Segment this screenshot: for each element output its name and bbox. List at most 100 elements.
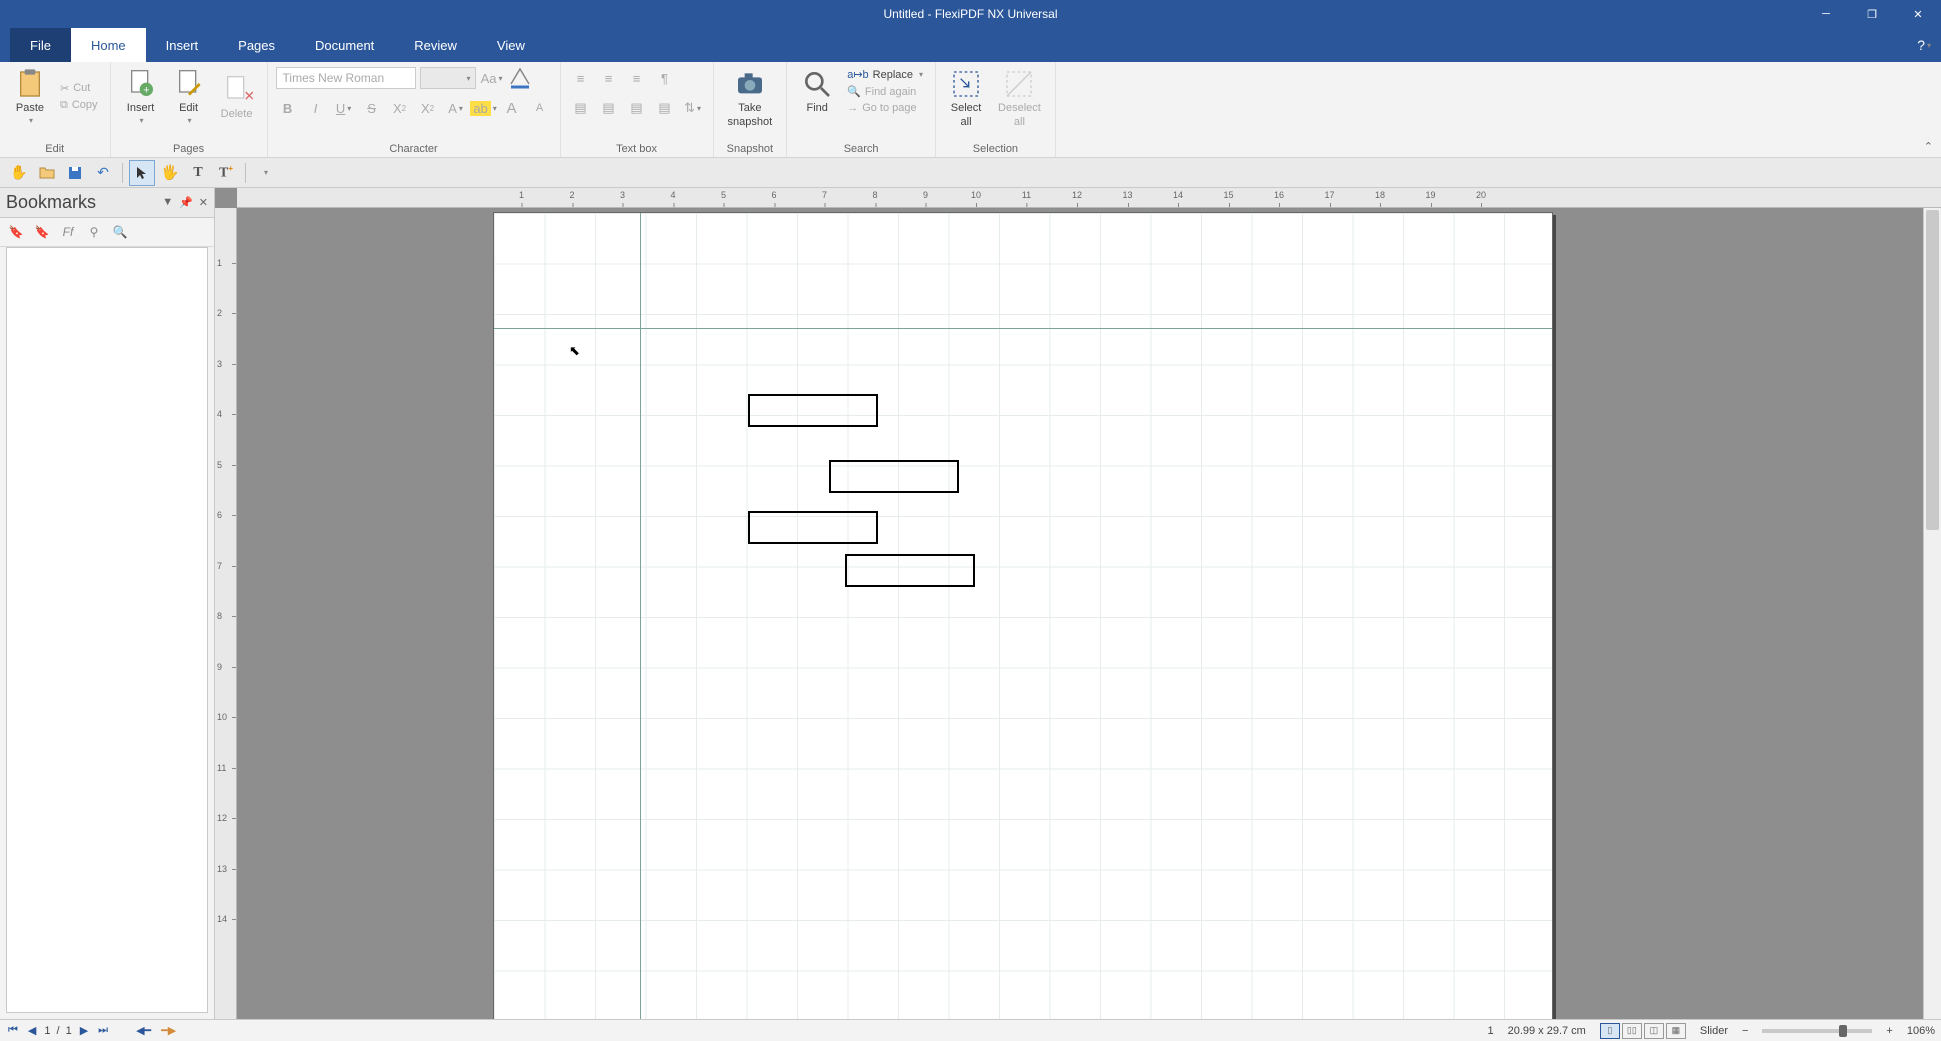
panel-close-button[interactable]: ✕	[199, 196, 208, 209]
window-minimize-button[interactable]: ─	[1803, 0, 1849, 28]
bookmark-font-button[interactable]: Ff	[58, 222, 78, 242]
align-right-button[interactable]: ≡	[625, 66, 649, 90]
tab-view[interactable]: View	[477, 28, 545, 62]
pan-tool-button[interactable]: 🖐	[157, 160, 183, 186]
deselect-all-button[interactable]: Deselectall	[992, 66, 1047, 130]
bold-button[interactable]: B	[276, 96, 300, 120]
customize-quickbar-button[interactable]: ▾	[252, 160, 278, 186]
menu-bar: File Home Insert Pages Document Review V…	[0, 28, 1941, 62]
window-close-button[interactable]: ✕	[1895, 0, 1941, 28]
add-bookmark-button[interactable]: 🔖	[6, 222, 26, 242]
superscript-button[interactable]: X2	[416, 96, 440, 120]
forward-button[interactable]: ━▶	[159, 1024, 178, 1037]
zoom-slider-knob[interactable]	[1839, 1025, 1847, 1037]
scrollbar-thumb[interactable]	[1926, 210, 1939, 530]
view-continuous-button[interactable]: ▯▯	[1622, 1023, 1642, 1039]
tab-review[interactable]: Review	[394, 28, 477, 62]
align-top-button[interactable]: ▤	[569, 96, 593, 120]
window-restore-button[interactable]: ❐	[1849, 0, 1895, 28]
insert-page-button[interactable]: +Insert▾	[119, 66, 163, 127]
zoom-slider[interactable]	[1762, 1029, 1872, 1033]
tab-document[interactable]: Document	[295, 28, 394, 62]
align-left-button[interactable]: ≡	[569, 66, 593, 90]
tab-home[interactable]: Home	[71, 28, 146, 62]
drawn-rectangle[interactable]	[829, 460, 959, 493]
undo-button[interactable]: ↶	[90, 160, 116, 186]
subscript-button[interactable]: X2	[388, 96, 412, 120]
shrink-font-button[interactable]: A	[528, 96, 552, 120]
camera-icon	[734, 68, 766, 100]
view-multi-button[interactable]: ▦	[1666, 1023, 1686, 1039]
view-single-button[interactable]: ▯	[1600, 1023, 1620, 1039]
italic-button[interactable]: I	[304, 96, 328, 120]
goto-page-button[interactable]: →Go to page	[843, 101, 927, 115]
ruler-vertical[interactable]: 1234567891011121314	[215, 208, 237, 1019]
drawn-rectangle[interactable]	[748, 394, 878, 427]
svg-text:✕: ✕	[243, 88, 252, 103]
ribbon-group-selection: Selectall Deselectall Selection	[936, 62, 1056, 157]
tab-file[interactable]: File	[10, 28, 71, 62]
align-bottom-button[interactable]: ▤	[625, 96, 649, 120]
guide-horizontal[interactable]	[494, 328, 1552, 329]
line-spacing-button[interactable]: ⇅▾	[681, 96, 705, 120]
grow-font-button[interactable]: A	[500, 96, 524, 120]
text-highlight-button[interactable]	[508, 66, 532, 90]
highlight-color-button[interactable]: ab▾	[472, 96, 496, 120]
next-page-button[interactable]: ▶	[78, 1024, 90, 1037]
title-bar: Untitled - FlexiPDF NX Universal ─ ❐ ✕	[0, 0, 1941, 28]
bookmarks-list[interactable]	[6, 247, 208, 1013]
replace-button[interactable]: a↦bReplace▾	[843, 67, 927, 82]
first-page-button[interactable]: ⏮	[6, 1024, 20, 1037]
add-text-tool-button[interactable]: T+	[213, 160, 239, 186]
strikethrough-button[interactable]: S	[360, 96, 384, 120]
chevron-down-icon: ▾	[467, 74, 471, 83]
edit-page-button[interactable]: Edit▾	[167, 66, 211, 127]
delete-page-button[interactable]: ✕Delete	[215, 72, 259, 122]
tab-insert[interactable]: Insert	[146, 28, 219, 62]
help-button[interactable]: ? ▾	[1917, 28, 1931, 62]
drawn-rectangle[interactable]	[748, 511, 878, 544]
paragraph-mark-button[interactable]: ¶	[653, 66, 677, 90]
take-snapshot-button[interactable]: Take snapshot	[722, 66, 779, 130]
paste-button[interactable]: Paste ▾	[8, 66, 52, 127]
view-facing-button[interactable]: ◫	[1644, 1023, 1664, 1039]
font-family-select[interactable]: Times New Roman	[276, 67, 416, 89]
select-all-button[interactable]: Selectall	[944, 66, 988, 130]
copy-button[interactable]: ⧉Copy	[56, 98, 102, 113]
drawn-rectangle[interactable]	[845, 554, 975, 587]
last-page-button[interactable]: ⏭	[96, 1024, 110, 1037]
justify-button[interactable]: ▤	[653, 96, 677, 120]
underline-button[interactable]: U▾	[332, 96, 356, 120]
cut-button[interactable]: ✂Cut	[56, 81, 102, 96]
text-tool-button[interactable]: T	[185, 160, 211, 186]
zoom-in-button[interactable]: +	[1886, 1025, 1892, 1037]
open-button[interactable]	[34, 160, 60, 186]
bookmark-search-button[interactable]: 🔍	[110, 222, 130, 242]
back-button[interactable]: ◀━	[134, 1024, 153, 1037]
zoom-out-button[interactable]: −	[1742, 1025, 1748, 1037]
vertical-scrollbar[interactable]	[1923, 208, 1941, 1019]
delete-bookmark-button[interactable]: 🔖	[32, 222, 52, 242]
canvas[interactable]: ⬉	[237, 208, 1941, 1019]
align-middle-button[interactable]: ▤	[597, 96, 621, 120]
find-button[interactable]: Find	[795, 66, 839, 116]
font-size-select[interactable]: ▾	[420, 67, 476, 89]
tab-pages[interactable]: Pages	[218, 28, 295, 62]
font-color-button[interactable]: A▾	[444, 96, 468, 120]
align-center-button[interactable]: ≡	[597, 66, 621, 90]
bookmark-edit-button[interactable]: ⚲	[84, 222, 104, 242]
arrow-right-icon: →	[847, 102, 858, 114]
prev-page-button[interactable]: ◀	[26, 1024, 38, 1037]
ruler-horizontal[interactable]: 1234567891011121314151617181920	[237, 188, 1941, 208]
pointer-tool-button[interactable]	[129, 160, 155, 186]
select-all-icon	[950, 68, 982, 100]
panel-dropdown-button[interactable]: ▼	[162, 196, 173, 209]
guide-vertical[interactable]	[640, 213, 641, 1019]
page[interactable]	[493, 212, 1553, 1019]
panel-pin-button[interactable]: 📌	[179, 196, 193, 209]
change-case-button[interactable]: Aa▾	[480, 66, 504, 90]
hand-tool-button[interactable]: ✋	[6, 160, 32, 186]
ribbon-collapse-button[interactable]: ⌃	[1924, 140, 1933, 153]
save-button[interactable]	[62, 160, 88, 186]
find-again-button[interactable]: 🔍Find again	[843, 84, 927, 99]
